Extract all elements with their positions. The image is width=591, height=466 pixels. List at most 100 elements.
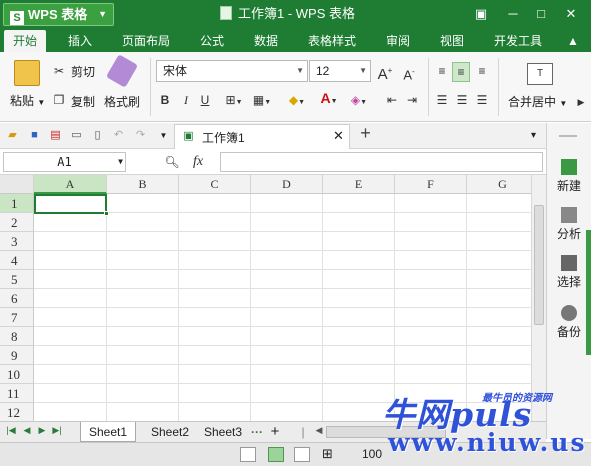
normal-view-icon[interactable] <box>268 447 284 462</box>
analysis-pane-button[interactable]: 分析 <box>547 207 591 242</box>
copy-button[interactable]: 复制 <box>71 93 95 110</box>
row-header[interactable]: 2 <box>0 213 34 232</box>
underline-button[interactable]: U <box>198 91 212 109</box>
spreadsheet-grid[interactable]: A B C D E F G 1 2 3 4 5 6 7 8 9 10 11 12 <box>0 175 531 421</box>
prev-sheet-icon[interactable]: ◀ <box>22 425 32 436</box>
borders-icon[interactable]: ⊞▼ <box>222 91 246 112</box>
row-header[interactable]: 10 <box>0 365 34 384</box>
undo-icon[interactable]: ↶ <box>111 128 126 143</box>
print-icon[interactable]: ▭ <box>69 128 84 143</box>
cell-style-icon[interactable]: ▦▼ <box>250 91 274 112</box>
merge-center-button[interactable]: 合并居中 ▼ <box>508 93 567 110</box>
column-header[interactable]: A <box>34 175 107 194</box>
tab-data[interactable]: 数据 <box>248 30 284 52</box>
name-box[interactable]: A1 ▼ <box>3 152 126 172</box>
align-bottom-icon[interactable]: ≡ <box>474 62 490 80</box>
row-header[interactable]: 4 <box>0 251 34 270</box>
zoom-level[interactable]: 100 <box>362 447 382 461</box>
export-pdf-icon[interactable]: ▤ <box>48 128 63 143</box>
indent-increase-icon[interactable]: ⇥ <box>404 91 420 109</box>
app-menu-button[interactable]: S WPS 表格 ▼ <box>3 3 114 26</box>
format-painter-button[interactable]: 格式刷 <box>104 93 140 110</box>
format-painter-icon[interactable] <box>105 54 139 88</box>
tab-view[interactable]: 视图 <box>434 30 470 52</box>
skin-button[interactable]: ▣ <box>472 5 490 23</box>
font-name-select[interactable]: 宋体 ▼ <box>156 60 308 82</box>
align-middle-icon[interactable]: ≡ <box>452 62 470 82</box>
paste-icon[interactable] <box>14 60 40 86</box>
page-break-view-icon[interactable] <box>294 447 310 462</box>
open-folder-icon[interactable]: ▰ <box>5 128 20 143</box>
tab-developer[interactable]: 开发工具 <box>488 30 548 52</box>
first-sheet-icon[interactable]: |◀ <box>6 425 16 436</box>
paste-button[interactable]: 粘贴 ▼ <box>10 92 45 109</box>
tab-page-layout[interactable]: 页面布局 <box>116 30 176 52</box>
last-sheet-icon[interactable]: ▶| <box>52 425 62 436</box>
align-right-icon[interactable]: ☰ <box>474 91 490 109</box>
fill-color-icon[interactable]: ◆▼ <box>284 91 310 112</box>
select-pane-button[interactable]: 选择 <box>547 255 591 290</box>
select-all-corner[interactable] <box>0 175 34 194</box>
print-preview-icon[interactable]: ▯ <box>90 128 105 143</box>
minimize-button[interactable]: ─ <box>504 5 522 23</box>
row-header[interactable]: 7 <box>0 308 34 327</box>
redo-icon[interactable]: ↷ <box>133 128 148 143</box>
new-tab-button[interactable]: + <box>358 124 373 142</box>
tab-table-style[interactable]: 表格样式 <box>302 30 362 52</box>
sheet-tab[interactable]: Sheet3 <box>200 422 246 442</box>
zoom-search-icon[interactable]: 🔍︎ <box>163 153 181 171</box>
scrollbar-thumb[interactable] <box>534 205 544 325</box>
row-header[interactable]: 6 <box>0 289 34 308</box>
backup-pane-button[interactable]: 备份 <box>547 305 591 340</box>
maximize-button[interactable]: □ <box>532 5 550 23</box>
indent-decrease-icon[interactable]: ⇤ <box>384 91 400 109</box>
row-header[interactable]: 11 <box>0 384 34 403</box>
italic-button[interactable]: I <box>179 91 193 109</box>
row-header[interactable]: 8 <box>0 327 34 346</box>
column-header[interactable]: D <box>251 175 323 194</box>
shirt-icon[interactable]: ▲ <box>562 30 584 52</box>
font-size-select[interactable]: 12 ▼ <box>309 60 371 82</box>
chevron-down-icon[interactable]: ▼ <box>156 128 171 143</box>
column-header[interactable]: C <box>179 175 251 194</box>
scissors-icon[interactable]: ✂ <box>52 62 66 80</box>
scroll-left-icon[interactable]: ◀ <box>314 425 324 436</box>
row-header[interactable]: 5 <box>0 270 34 289</box>
next-sheet-icon[interactable]: ▶ <box>37 425 47 436</box>
formula-input[interactable] <box>220 152 543 172</box>
align-center-icon[interactable]: ☰ <box>454 91 470 109</box>
column-header[interactable]: G <box>467 175 531 194</box>
insert-function-button[interactable]: fx <box>189 153 207 171</box>
align-top-icon[interactable]: ≡ <box>434 62 450 80</box>
add-sheet-button[interactable]: + <box>266 422 284 442</box>
horizontal-scrollbar[interactable] <box>326 426 446 438</box>
more-sheets-button[interactable]: ··· <box>248 422 266 442</box>
document-tab[interactable]: ▣ 工作簿1 ✕ <box>174 124 350 149</box>
tab-home[interactable]: 开始 <box>4 30 46 52</box>
sheet-tab[interactable]: Sheet2 <box>142 422 198 442</box>
copy-icon[interactable]: ❐ <box>52 91 66 109</box>
tab-insert[interactable]: 插入 <box>60 30 100 52</box>
row-header[interactable]: 1 <box>0 194 34 213</box>
column-header[interactable]: F <box>395 175 467 194</box>
cut-button[interactable]: 剪切 <box>71 63 95 80</box>
row-header[interactable]: 9 <box>0 346 34 365</box>
font-color-icon[interactable]: A▼ <box>316 89 342 111</box>
tab-splitter[interactable]: | <box>300 422 306 442</box>
row-header[interactable]: 3 <box>0 232 34 251</box>
bold-button[interactable]: B <box>158 91 172 109</box>
grow-font-icon[interactable]: A+ <box>376 62 394 84</box>
tab-list-icon[interactable]: ▾ <box>526 128 541 143</box>
column-header[interactable]: E <box>323 175 395 194</box>
merge-center-icon[interactable]: T <box>527 63 553 85</box>
close-button[interactable]: ✕ <box>562 5 580 23</box>
shrink-font-icon[interactable]: A- <box>400 63 418 84</box>
new-pane-button[interactable]: 新建 <box>547 159 591 194</box>
page-layout-view-icon[interactable] <box>240 447 256 462</box>
column-header[interactable]: B <box>107 175 179 194</box>
row-header[interactable]: 12 <box>0 403 34 421</box>
clear-format-icon[interactable]: ◈▼ <box>346 91 372 112</box>
active-cell[interactable] <box>34 194 109 216</box>
save-icon[interactable]: ■ <box>27 128 42 143</box>
close-icon[interactable]: ✕ <box>333 128 344 144</box>
